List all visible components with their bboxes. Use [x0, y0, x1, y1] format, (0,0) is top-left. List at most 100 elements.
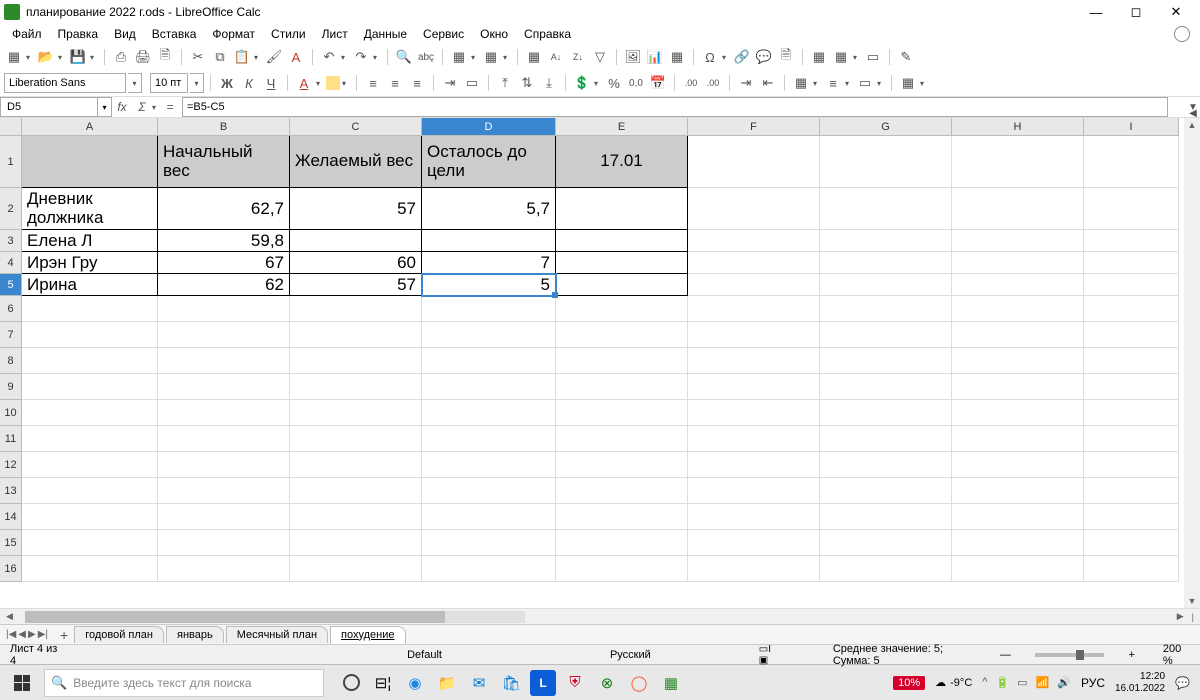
- formula-icon[interactable]: =: [160, 97, 180, 117]
- print-preview-icon[interactable]: 🗎: [155, 47, 175, 67]
- cell-E5[interactable]: [556, 274, 688, 296]
- col-header-D[interactable]: D: [422, 118, 556, 136]
- cell-B5[interactable]: 62: [158, 274, 290, 296]
- cell-A2[interactable]: Дневник должника: [22, 188, 158, 230]
- start-button[interactable]: [4, 668, 40, 698]
- menu-help[interactable]: Справка: [516, 25, 579, 43]
- col-header-I[interactable]: I: [1084, 118, 1179, 136]
- row-header-5[interactable]: 5: [0, 274, 22, 296]
- office-icon[interactable]: ◯: [626, 670, 652, 696]
- add-sheet-button[interactable]: +: [54, 627, 74, 643]
- weather-widget[interactable]: ☁-9°C: [935, 676, 972, 689]
- percent-icon[interactable]: %: [604, 73, 624, 93]
- mail-icon[interactable]: ✉: [466, 670, 492, 696]
- sort-asc-icon[interactable]: A↓: [546, 47, 566, 67]
- underline-button[interactable]: Ч: [261, 73, 281, 93]
- row-header-9[interactable]: 9: [0, 374, 22, 400]
- cut-icon[interactable]: ✂: [188, 47, 208, 67]
- header-footer-icon[interactable]: 🗎: [776, 47, 796, 67]
- cell-E4[interactable]: [556, 252, 688, 274]
- system-clock[interactable]: 12:20 16.01.2022: [1115, 671, 1165, 695]
- font-color-icon[interactable]: A: [294, 73, 314, 93]
- font-size-input[interactable]: 10 пт: [150, 73, 188, 93]
- special-char-icon[interactable]: Ω: [700, 47, 720, 67]
- cell-C4[interactable]: 60: [290, 252, 422, 274]
- comment-icon[interactable]: 💬: [754, 47, 774, 67]
- column-icon[interactable]: ▦: [481, 47, 501, 67]
- sheet-tab-3[interactable]: похудение: [330, 626, 405, 644]
- print-icon[interactable]: 🖨: [133, 47, 153, 67]
- chart-icon[interactable]: 📊: [645, 47, 665, 67]
- row-header-13[interactable]: 13: [0, 478, 22, 504]
- cell-F5[interactable]: [688, 274, 820, 296]
- cell-H5[interactable]: [952, 274, 1084, 296]
- menu-insert[interactable]: Вставка: [144, 25, 205, 43]
- menu-format[interactable]: Формат: [204, 25, 263, 43]
- cell-H2[interactable]: [952, 188, 1084, 230]
- cell-G5[interactable]: [820, 274, 952, 296]
- valign-middle-icon[interactable]: ⇅: [517, 73, 537, 93]
- cell-F2[interactable]: [688, 188, 820, 230]
- col-header-G[interactable]: G: [820, 118, 952, 136]
- cell-F1[interactable]: [688, 136, 820, 188]
- cell-I5[interactable]: [1084, 274, 1179, 296]
- menu-data[interactable]: Данные: [356, 25, 415, 43]
- undo-icon[interactable]: ↶: [319, 47, 339, 67]
- align-center-icon[interactable]: ≡: [385, 73, 405, 93]
- col-header-C[interactable]: C: [290, 118, 422, 136]
- cell-A4[interactable]: Ирэн Гру: [22, 252, 158, 274]
- split-icon[interactable]: ▦: [831, 47, 851, 67]
- cell-F4[interactable]: [688, 252, 820, 274]
- selection-handle[interactable]: [552, 292, 558, 298]
- select-all-corner[interactable]: [0, 118, 22, 136]
- add-decimal-icon[interactable]: .00: [681, 73, 701, 93]
- cell-D3[interactable]: [422, 230, 556, 252]
- store-icon[interactable]: 🛍: [498, 670, 524, 696]
- menu-file[interactable]: Файл: [4, 25, 50, 43]
- draw-icon[interactable]: ✎: [896, 47, 916, 67]
- cell-reference-dropdown[interactable]: ▾: [98, 97, 112, 117]
- cell-G2[interactable]: [820, 188, 952, 230]
- menu-view[interactable]: Вид: [106, 25, 144, 43]
- date-format-icon[interactable]: 📅: [648, 73, 668, 93]
- cell-G3[interactable]: [820, 230, 952, 252]
- zoom-level[interactable]: 200 %: [1159, 643, 1194, 667]
- align-right-icon[interactable]: ≡: [407, 73, 427, 93]
- hyperlink-icon[interactable]: 🔗: [732, 47, 752, 67]
- copy-icon[interactable]: ⧉: [210, 47, 230, 67]
- zoom-slider[interactable]: [1035, 653, 1105, 657]
- freeze-icon[interactable]: ▦: [809, 47, 829, 67]
- cell-A1[interactable]: [22, 136, 158, 188]
- cell-B4[interactable]: 67: [158, 252, 290, 274]
- tray-volume-icon[interactable]: 🔊: [1057, 676, 1071, 689]
- libreoffice-icon[interactable]: ▦: [658, 670, 684, 696]
- row-header-6[interactable]: 6: [0, 296, 22, 322]
- row-header-14[interactable]: 14: [0, 504, 22, 530]
- mcafee-icon[interactable]: ⛨: [562, 670, 588, 696]
- save-icon[interactable]: 💾: [68, 47, 88, 67]
- export-pdf-icon[interactable]: ⎙: [111, 47, 131, 67]
- menu-window[interactable]: Окно: [472, 25, 516, 43]
- taskbar-search[interactable]: 🔍 Введите здесь текст для поиска: [44, 669, 324, 697]
- app-icon-l[interactable]: L: [530, 670, 556, 696]
- cell-H3[interactable]: [952, 230, 1084, 252]
- spellcheck-icon[interactable]: abç: [416, 47, 436, 67]
- function-wizard-icon[interactable]: fx: [112, 97, 132, 117]
- cell-B2[interactable]: 62,7: [158, 188, 290, 230]
- input-language[interactable]: РУС: [1081, 676, 1105, 690]
- find-icon[interactable]: 🔍: [394, 47, 414, 67]
- cell-I3[interactable]: [1084, 230, 1179, 252]
- new-icon[interactable]: ▦: [4, 47, 24, 67]
- cell-reference-input[interactable]: D5: [0, 97, 98, 117]
- currency-icon[interactable]: 💲: [572, 73, 592, 93]
- task-view-icon[interactable]: [338, 670, 364, 696]
- valign-bottom-icon[interactable]: ⤓: [539, 73, 559, 93]
- cell-E2[interactable]: [556, 188, 688, 230]
- decrease-indent-icon[interactable]: ⇤: [758, 73, 778, 93]
- row-header-3[interactable]: 3: [0, 230, 22, 252]
- cell-G1[interactable]: [820, 136, 952, 188]
- col-header-B[interactable]: B: [158, 118, 290, 136]
- cell-H4[interactable]: [952, 252, 1084, 274]
- paste-icon[interactable]: 📋: [232, 47, 252, 67]
- row-icon[interactable]: ▦: [449, 47, 469, 67]
